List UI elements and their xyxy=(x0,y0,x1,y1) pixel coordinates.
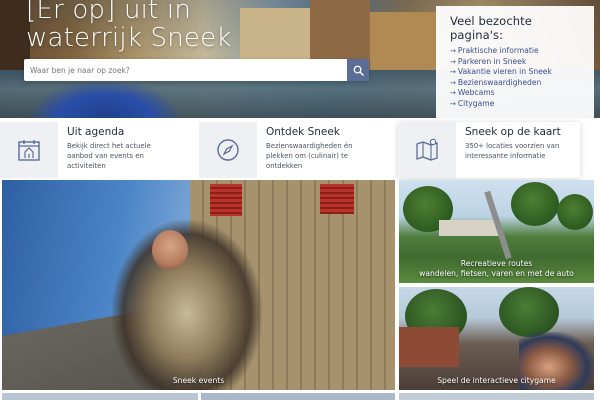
search-button[interactable] xyxy=(347,59,369,81)
feature-title: Sneek op de kaart xyxy=(465,126,561,138)
tile-image-tree xyxy=(511,182,559,226)
arrow-right-icon: → xyxy=(450,57,456,66)
hero-building xyxy=(240,8,310,63)
feature-text: Ontdek Sneek Bezienswaardigheden én plek… xyxy=(257,122,379,171)
popular-link-label: Vakantie vieren in Sneek xyxy=(457,67,552,77)
popular-heading: Veel bezochte pagina's: xyxy=(450,14,532,42)
popular-link[interactable]: → Bezienswaardigheden xyxy=(450,78,584,89)
arrow-right-icon: → xyxy=(450,47,456,55)
tile-recreatieve-routes[interactable]: Recreatieve routes wandelen, fietsen, va… xyxy=(399,180,594,283)
popular-link[interactable]: → Vakantie vieren in Sneek xyxy=(450,67,584,78)
popular-link-label: Webcams xyxy=(457,88,495,98)
search-input[interactable] xyxy=(24,59,347,81)
feature-desc: Bezienswaardigheden én plekken om (culin… xyxy=(266,142,353,170)
popular-link-label: Praktische informatie xyxy=(457,46,539,55)
popular-pages-panel: Veel bezochte pagina's: → Praktische info… xyxy=(436,6,594,118)
map-icon xyxy=(416,138,438,161)
tile-image-face xyxy=(152,230,188,270)
popular-link[interactable]: → Parkeren in Sneek xyxy=(450,57,584,68)
feature-card-sneek-op-de-kaart[interactable]: Sneek op de kaart 350+ locaties voorzien… xyxy=(398,122,580,178)
tile-caption: Recreatieve routes wandelen, fietsen, va… xyxy=(399,259,594,279)
feature-title: Ontdek Sneek xyxy=(266,126,340,138)
feature-desc: Bekijk direct het actuele aanbod van eve… xyxy=(67,142,151,170)
tile-caption-line: Recreatieve routes xyxy=(460,259,533,268)
feature-cards: Uit agenda Bekijk direct het actuele aan… xyxy=(0,122,600,178)
tile-image-vent xyxy=(210,184,242,216)
hero-title-line: [Er op] uit in xyxy=(26,0,192,25)
popular-link-label: Parkeren in Sneek xyxy=(457,56,527,66)
arrow-right-icon: → xyxy=(450,78,456,87)
arrow-right-icon: → xyxy=(450,68,456,77)
popular-link[interactable]: → Webcams xyxy=(450,88,584,99)
tile-caption-line: wandelen, fietsen, varen en met de auto xyxy=(419,269,574,278)
tile-partial[interactable] xyxy=(201,393,395,400)
feature-icon-box xyxy=(199,122,257,178)
tile-caption: Speel de interactieve citygame xyxy=(437,376,556,385)
feature-icon-box xyxy=(398,122,456,178)
tile-image-tree xyxy=(499,287,559,337)
feature-card-uit-agenda[interactable]: Uit agenda Bekijk direct het actuele aan… xyxy=(0,122,180,178)
tile-image-vent xyxy=(320,184,354,214)
tile-image-tree xyxy=(557,194,593,230)
search-bar xyxy=(24,59,369,81)
feature-card-ontdek-sneek[interactable]: Ontdek Sneek Bezienswaardigheden én plek… xyxy=(199,122,379,178)
hero-title-line: waterrijk Sneek xyxy=(26,23,232,53)
tile-partial[interactable] xyxy=(2,393,198,400)
popular-link[interactable]: → Citygame xyxy=(450,99,584,110)
hero-person xyxy=(30,80,180,118)
popular-link-label: Bezienswaardigheden xyxy=(457,77,542,87)
calendar-icon xyxy=(18,140,40,161)
tile-partial[interactable] xyxy=(399,393,594,400)
popular-link-label: Citygame xyxy=(457,98,495,108)
popular-links-list: → Praktische informatie → Parkeren in Snee… xyxy=(450,46,584,110)
tile-sneek-events[interactable]: Sneek events xyxy=(2,180,395,390)
tile-citygame[interactable]: Speel de interactieve citygame xyxy=(399,287,594,390)
feature-text: Sneek op de kaart 350+ locaties voorzien… xyxy=(456,122,580,161)
tile-image-facade xyxy=(399,327,459,367)
feature-icon-box xyxy=(0,122,58,178)
feature-text: Uit agenda Bekijk direct het actuele aan… xyxy=(58,122,180,171)
popular-link[interactable]: → Praktische informatie xyxy=(450,46,584,57)
arrow-right-icon: → xyxy=(450,99,456,108)
search-icon xyxy=(353,65,364,76)
hero-title: [Er op] uit in waterrijk Sneek xyxy=(26,0,232,52)
feature-title: Uit agenda xyxy=(67,126,125,138)
compass-icon xyxy=(217,139,239,161)
tile-image-houses xyxy=(439,220,499,236)
tile-caption: Sneek events xyxy=(172,376,225,385)
hero-building xyxy=(370,12,440,70)
arrow-right-icon: → xyxy=(450,89,456,98)
feature-desc: 350+ locaties voorzien van interessante … xyxy=(465,142,560,160)
